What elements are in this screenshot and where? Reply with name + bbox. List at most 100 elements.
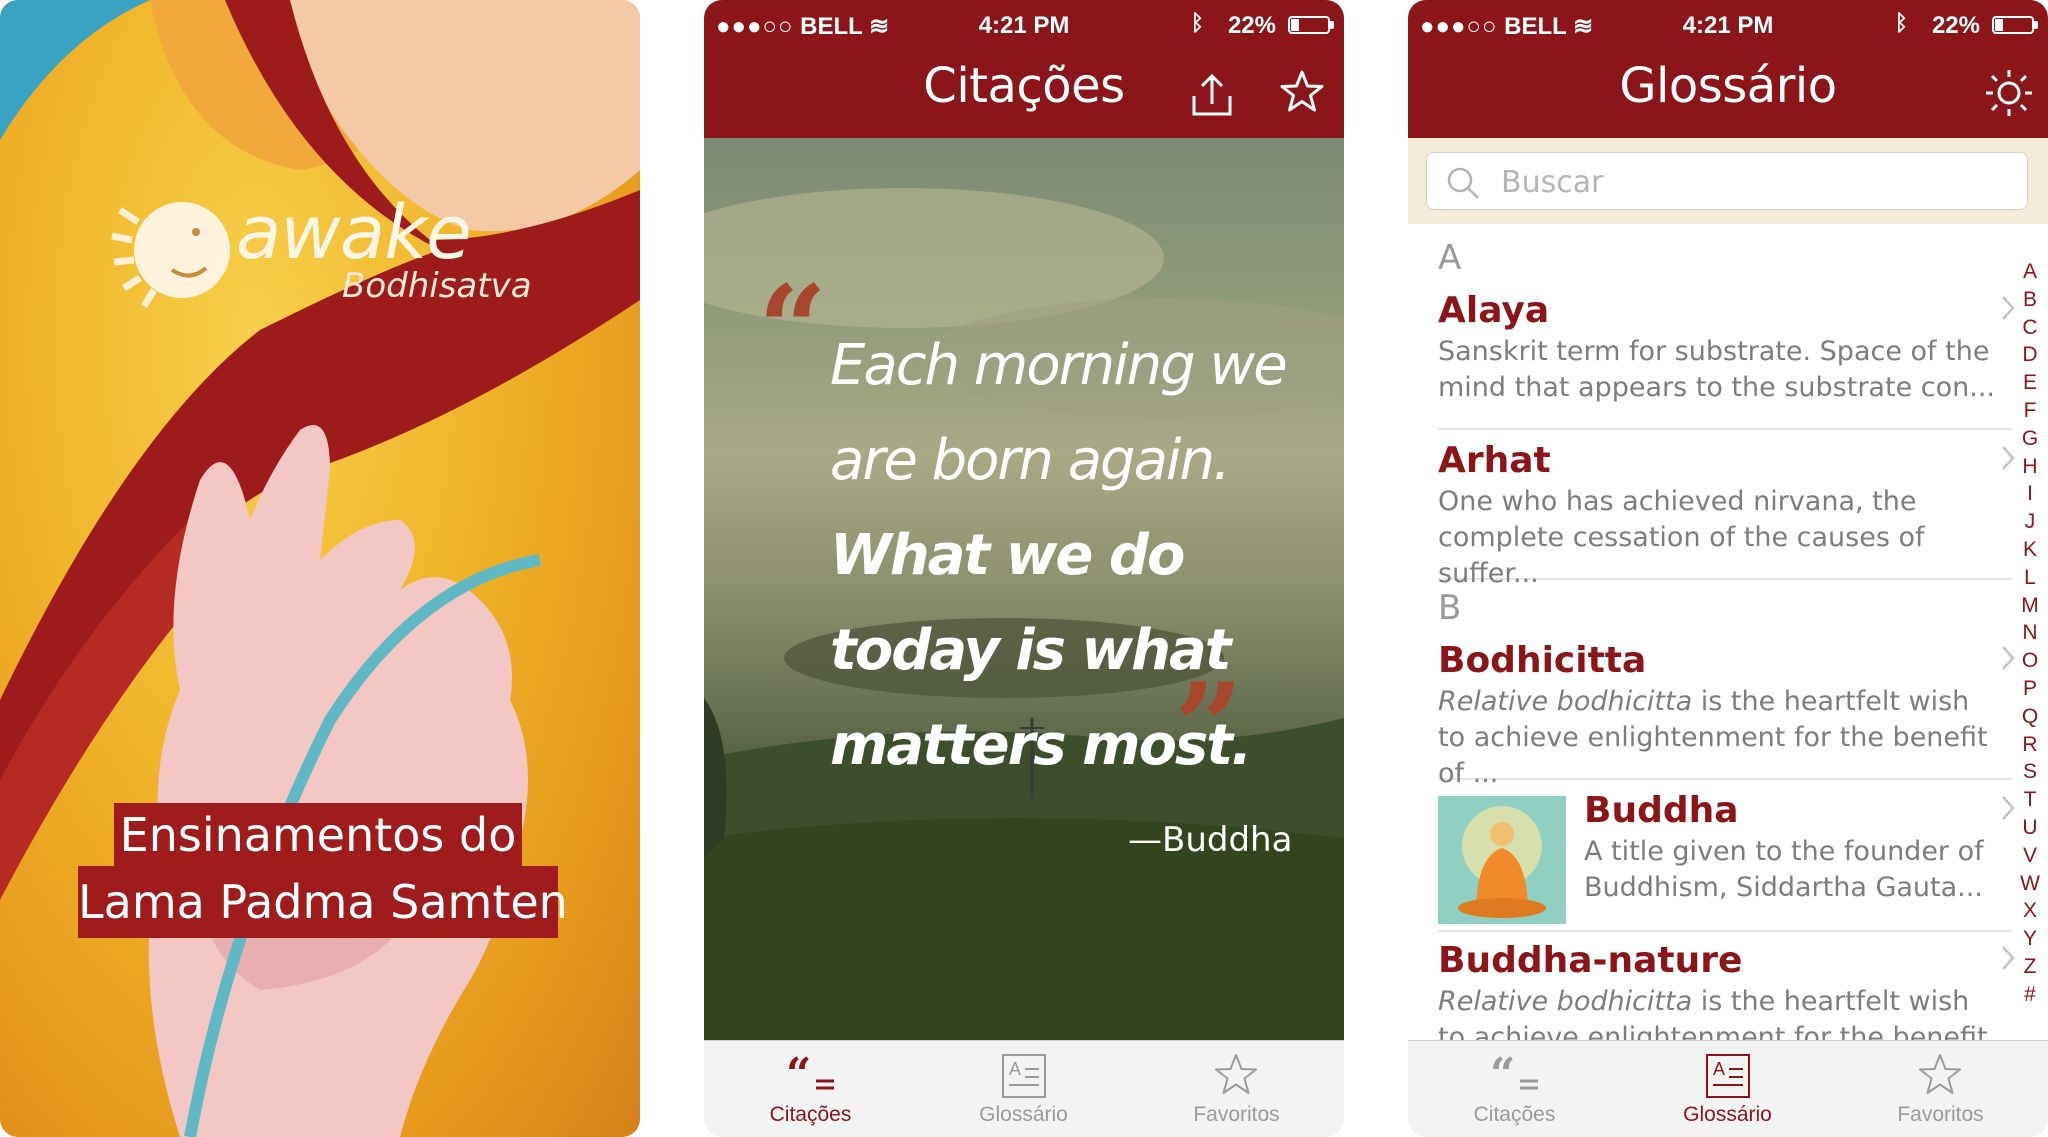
index-letter[interactable]: D	[2012, 341, 2048, 369]
tab-citacoes[interactable]: “ Citações	[704, 1041, 917, 1137]
index-letter[interactable]: Y	[2012, 925, 2048, 953]
buddha-thumbnail	[1438, 796, 1566, 924]
index-letter[interactable]: U	[2012, 814, 2048, 842]
svg-text:“: “	[1490, 1051, 1515, 1099]
bluetooth-icon: ᛒ	[1190, 10, 1204, 35]
tab-bar: “ Citações A Glossário Favoritos	[1408, 1040, 2048, 1137]
bluetooth-icon: ᛒ	[1894, 10, 1908, 35]
share-icon[interactable]	[1188, 70, 1236, 118]
tab-glossario-label: Glossário	[979, 1103, 1068, 1126]
entry-definition: Relative bodhicitta is the heartfelt wis…	[1438, 684, 1998, 792]
index-letter[interactable]: S	[2012, 758, 2048, 786]
index-letter[interactable]: F	[2012, 397, 2048, 425]
svg-text:A: A	[1009, 1059, 1021, 1079]
page-title: Citações	[923, 58, 1125, 114]
index-letter[interactable]: A	[2012, 258, 2048, 286]
status-bar: ●●●○○ BELL ≋ 4:21 PM ᛒ 22%	[704, 0, 1344, 50]
list-item-bodhicitta[interactable]: Bodhicitta Relative bodhicitta is the he…	[1438, 640, 2015, 789]
list-item-buddha-nature[interactable]: Buddha-nature Relative bodhicitta is the…	[1438, 940, 2015, 1041]
battery-icon	[1288, 16, 1330, 34]
index-letter[interactable]: L	[2012, 564, 2048, 592]
index-letter[interactable]: M	[2012, 592, 2048, 620]
quote-line-3: What we do	[830, 523, 1185, 588]
entry-definition-italic: Relative bodhicitta	[1438, 986, 1693, 1017]
tab-favoritos[interactable]: Favoritos	[1834, 1041, 2047, 1137]
index-letter[interactable]: I	[2012, 480, 2048, 508]
quote-tab-icon: “	[786, 1051, 834, 1099]
tab-glossario[interactable]: A Glossário	[1621, 1041, 1834, 1137]
entry-term: Alaya	[1438, 290, 1550, 331]
quote-line-2: are born again.	[830, 428, 1231, 493]
splash-artwork	[0, 0, 640, 1137]
status-bar: ●●●○○ BELL ≋ 4:21 PM ᛒ 22%	[1408, 0, 2048, 50]
quote-author: —Buddha	[1128, 820, 1293, 860]
favorites-tab-icon	[1215, 1054, 1257, 1094]
search-icon	[1447, 167, 1479, 199]
tab-citacoes[interactable]: “ Citações	[1408, 1041, 1621, 1137]
entry-definition: A title given to the founder of Buddhism…	[1584, 836, 1984, 903]
index-letter[interactable]: Q	[2012, 703, 2048, 731]
index-letter[interactable]: P	[2012, 675, 2048, 703]
tab-favoritos-label: Favoritos	[1897, 1103, 1984, 1126]
quotes-screen: ●●●○○ BELL ≋ 4:21 PM ᛒ 22% Citações “ Ea…	[704, 0, 1344, 1137]
caption-line-1: Ensinamentos do	[114, 803, 522, 867]
search-band: Buscar	[1408, 138, 2048, 224]
index-letter[interactable]: Z	[2012, 953, 2048, 981]
index-letter[interactable]: #	[2012, 981, 2048, 1009]
index-letter[interactable]: R	[2012, 731, 2048, 759]
entry-definition: One who has achieved nirvana, the comple…	[1438, 486, 1925, 589]
page-title: Glossário	[1619, 58, 1837, 114]
entry-term: Buddha	[1584, 790, 1739, 831]
list-item-alaya[interactable]: Alaya Sanskrit term for substrate. Space…	[1438, 290, 2015, 430]
index-letter[interactable]: G	[2012, 425, 2048, 453]
svg-text:A: A	[1713, 1059, 1725, 1079]
tab-citacoes-label: Citações	[1473, 1103, 1556, 1126]
favorites-tab-icon	[1919, 1054, 1961, 1094]
list-item-arhat[interactable]: Arhat One who has achieved nirvana, the …	[1438, 440, 2015, 589]
entry-term: Buddha-nature	[1438, 940, 1743, 981]
svg-text:“: “	[786, 1051, 811, 1099]
tab-bar: “ Citações A Glossário Favoritos	[704, 1040, 1344, 1137]
entry-definition: Sanskrit term for substrate. Space of th…	[1438, 336, 1995, 403]
index-letter[interactable]: N	[2012, 619, 2048, 647]
awake-logo-icon	[111, 202, 230, 308]
index-letter[interactable]: X	[2012, 897, 2048, 925]
quote-close-mark: ”	[1174, 657, 1244, 798]
tab-favoritos[interactable]: Favoritos	[1130, 1041, 1343, 1137]
search-placeholder: Buscar	[1501, 165, 1604, 200]
list-item-buddha[interactable]: Buddha A title given to the founder of B…	[1438, 790, 2015, 932]
glossary-screen: ●●●○○ BELL ≋ 4:21 PM ᛒ 22% Glossário Bus…	[1408, 0, 2048, 1137]
index-letter[interactable]: H	[2012, 453, 2048, 481]
index-letter[interactable]: B	[2012, 286, 2048, 314]
entry-definition-italic: Relative bodhicitta	[1438, 686, 1693, 717]
entry-term: Bodhicitta	[1438, 640, 1647, 681]
section-header-b: B	[1438, 588, 1462, 628]
star-icon[interactable]	[1278, 68, 1326, 116]
index-letter[interactable]: O	[2012, 647, 2048, 675]
battery-tip	[2034, 21, 2038, 29]
index-letter[interactable]: V	[2012, 842, 2048, 870]
quote-tab-icon: “	[1490, 1051, 1538, 1099]
battery-icon	[1992, 16, 2034, 34]
brightness-icon[interactable]	[1984, 68, 2034, 118]
index-letter[interactable]: W	[2012, 870, 2048, 898]
index-letter[interactable]: T	[2012, 786, 2048, 814]
index-letter[interactable]: J	[2012, 508, 2048, 536]
glossary-list[interactable]: A Alaya Sanskrit term for substrate. Spa…	[1408, 224, 2048, 1041]
battery-percent: 22%	[1227, 12, 1276, 39]
tab-glossario[interactable]: A Glossário	[917, 1041, 1130, 1137]
search-input[interactable]: Buscar	[1426, 152, 2028, 210]
alphabet-index[interactable]: A B C D E F G H I J K L M N O P Q R S T U V W X Y Z #	[2012, 258, 2048, 1009]
tab-glossario-label: Glossário	[1683, 1103, 1772, 1126]
caption-line-2: Lama Padma Samten	[78, 866, 568, 938]
entry-definition: Relative bodhicitta is the heartfelt wis…	[1438, 984, 1998, 1041]
entry-term: Arhat	[1438, 440, 1551, 481]
logo-wordmark: awake	[236, 190, 472, 276]
tab-favoritos-label: Favoritos	[1193, 1103, 1280, 1126]
index-letter[interactable]: K	[2012, 536, 2048, 564]
battery-percent: 22%	[1931, 12, 1980, 39]
index-letter[interactable]: C	[2012, 314, 2048, 342]
glossary-tab-icon: A	[1002, 1054, 1046, 1098]
index-letter[interactable]: E	[2012, 369, 2048, 397]
logo-subtitle: Bodhisatva	[342, 266, 532, 306]
